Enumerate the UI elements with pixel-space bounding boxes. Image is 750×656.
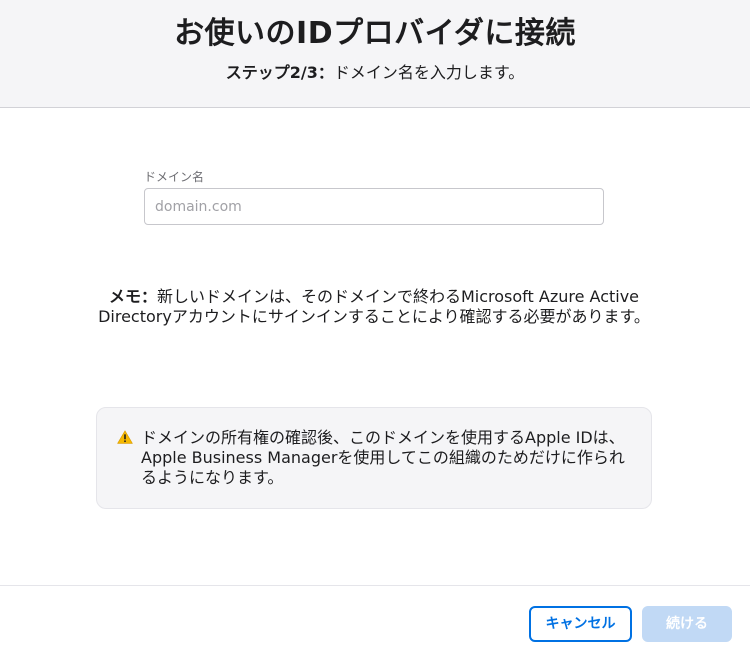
header: お使いのIDプロバイダに接続 ステップ2/3：ドメイン名を入力します。 xyxy=(0,0,750,108)
cancel-button[interactable]: キャンセル xyxy=(529,606,632,642)
note-label: メモ： xyxy=(108,287,157,306)
domain-name-label: ドメイン名 xyxy=(144,170,205,184)
note-body: 新しいドメインは、そのドメインで終わるMicrosoft Azure Activ… xyxy=(98,287,650,326)
warning-box: ドメインの所有権の確認後、このドメインを使用するApple IDは、Apple … xyxy=(96,407,652,509)
continue-button[interactable]: 続ける xyxy=(642,606,732,642)
step-text: ドメイン名を入力します。 xyxy=(333,63,525,82)
warning-text: ドメインの所有権の確認後、このドメインを使用するApple IDは、Apple … xyxy=(141,428,625,487)
step-label: ステップ2/3： xyxy=(225,63,334,82)
warning-icon xyxy=(117,430,133,444)
footer-divider xyxy=(0,585,750,586)
page-title: お使いのIDプロバイダに接続 xyxy=(174,16,576,51)
step-indicator: ステップ2/3：ドメイン名を入力します。 xyxy=(0,62,750,84)
note-text: メモ：新しいドメインは、そのドメインで終わるMicrosoft Azure Ac… xyxy=(96,287,652,327)
domain-name-input[interactable] xyxy=(144,188,604,225)
